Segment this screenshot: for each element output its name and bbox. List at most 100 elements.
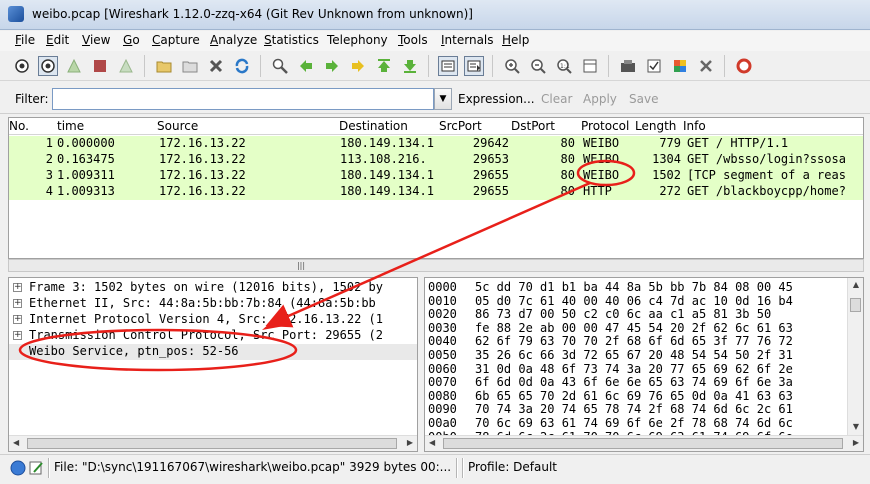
go-last-icon[interactable] [400,56,420,76]
scroll-grip-icon[interactable]: ||| [289,261,313,270]
packet-cell-info: GET / HTTP/1.1 [687,136,789,150]
bytes-hscrollbar[interactable]: ◀ ▶ [425,435,863,451]
packet-cell-no: 1 [45,136,53,150]
scroll-thumb[interactable] [443,438,843,449]
menu-edit[interactable]: Edit [46,33,69,47]
packet-bytes[interactable]: 00b078 6d 6c 2c 61 70 70 6c 69 63 61 74 … [424,277,864,452]
detail-tree-item[interactable]: + Transmission Control Protocol, Src Port… [9,328,417,344]
scroll-down-icon[interactable]: ▼ [848,422,863,436]
filter-input[interactable] [52,88,434,110]
detail-tree-item[interactable]: + Ethernet II, Src: 44:8a:5b:bb:7b:84 (44… [9,296,417,312]
scroll-up-icon[interactable]: ▲ [848,280,863,294]
packet-cell-len: 1502 [652,168,681,182]
stop-capture-icon[interactable] [90,56,110,76]
open-file-icon[interactable] [154,56,174,76]
column-header-source[interactable]: Source [157,119,198,133]
capture-options-icon[interactable] [38,56,58,76]
scroll-right-icon[interactable]: ▶ [853,438,859,447]
menu-go[interactable]: Go [123,33,140,47]
coloring-rules-icon[interactable] [670,56,690,76]
hex-bytes: 6b 65 65 70 2d 61 6c 69 76 65 0d 0a 41 6… [475,388,793,403]
menu-help[interactable]: Help [502,33,529,47]
column-header-destination[interactable]: Destination [339,119,408,133]
detail-tree-item[interactable]: + Internet Protocol Version 4, Src: 172.1… [9,312,417,328]
hex-offset: 0050 [428,348,457,362]
packet-cell-proto: WEIBO [583,136,620,150]
help-icon[interactable] [734,56,754,76]
filter-dropdown-button[interactable]: ▼ [434,88,452,110]
menu-internals[interactable]: Internals [441,33,494,47]
restart-capture-icon[interactable] [116,56,136,76]
column-header-info[interactable]: Info [683,119,706,133]
scroll-right-icon[interactable]: ▶ [407,438,413,447]
display-filters-icon[interactable] [644,56,664,76]
column-header-dstport[interactable]: DstPort [511,119,555,133]
reload-icon[interactable] [232,56,252,76]
packet-list-scrollbar[interactable]: ||| [8,259,864,272]
zoom-normal-icon[interactable]: 1:1 [554,56,574,76]
go-first-icon[interactable] [374,56,394,76]
column-header-srcport[interactable]: SrcPort [439,119,482,133]
packet-cell-src: 172.16.13.22 [159,184,246,198]
save-file-icon[interactable] [180,56,200,76]
menu-analyze[interactable]: Analyze [210,33,257,47]
expand-icon[interactable]: + [13,331,22,340]
clear-button[interactable]: Clear [541,92,572,106]
details-hscrollbar[interactable]: ◀ ▶ [9,435,417,451]
autoscroll-icon[interactable] [464,56,484,76]
capture-comment-icon[interactable] [28,460,44,476]
detail-text: Internet Protocol Version 4, Src: 172.16… [29,312,384,326]
expert-info-icon[interactable] [10,460,26,476]
expand-icon[interactable]: + [13,283,22,292]
menu-view[interactable]: View [82,33,110,47]
packet-cell-proto: HTTP [583,184,612,198]
go-forward-icon[interactable] [322,56,342,76]
save-filter-button[interactable]: Save [629,92,658,106]
resize-columns-icon[interactable] [580,56,600,76]
scroll-left-icon[interactable]: ◀ [429,438,435,447]
interfaces-icon[interactable] [12,56,32,76]
packet-details[interactable]: ◀ ▶ + Frame 3: 1502 bytes on wire (12016 … [8,277,418,452]
scroll-left-icon[interactable]: ◀ [13,438,19,447]
close-file-icon[interactable] [206,56,226,76]
menu-statistics[interactable]: Statistics [264,33,319,47]
zoom-out-icon[interactable] [528,56,548,76]
menu-tools[interactable]: Tools [398,33,428,47]
expand-icon[interactable]: + [13,315,22,324]
bytes-vscrollbar[interactable]: ▲ ▼ [847,278,863,436]
preferences-icon[interactable] [696,56,716,76]
menu-file[interactable]: File [15,33,35,47]
column-header-time[interactable]: time [57,119,84,133]
packet-row[interactable]: 2 0.163475 172.16.13.22 113.108.216. 29653 80… [9,152,863,168]
packet-cell-sport: 29653 [472,152,509,166]
packet-cell-info: GET /wbsso/login?ssosa [687,152,846,166]
packet-cell-dport: 80 [560,152,575,166]
find-packet-icon[interactable] [270,56,290,76]
zoom-in-icon[interactable] [502,56,522,76]
detail-tree-item[interactable]: + Frame 3: 1502 bytes on wire (12016 bits… [9,280,417,296]
scroll-thumb[interactable] [27,438,397,449]
go-to-packet-icon[interactable] [348,56,368,76]
apply-button[interactable]: Apply [583,92,617,106]
main-toolbar: 1:1 [0,51,870,81]
menu-telephony[interactable]: Telephony [327,33,388,47]
go-back-icon[interactable] [296,56,316,76]
capture-filters-icon[interactable] [618,56,638,76]
scroll-thumb[interactable] [850,298,861,312]
expand-icon[interactable]: + [13,299,22,308]
status-profile[interactable]: Profile: Default [468,460,557,474]
start-capture-icon[interactable] [64,56,84,76]
menu-capture[interactable]: Capture [152,33,200,47]
packet-list[interactable]: No. time Source Destination SrcPort DstPort Pr… [8,117,864,259]
packet-row[interactable]: 4 1.009313 172.16.13.22 180.149.134.1 29655 8… [9,184,863,200]
detail-tree-item[interactable]: Weibo Service, ptn_pos: 52-56 [9,344,417,360]
colorize-icon[interactable] [438,56,458,76]
packet-row[interactable]: 1 0.000000 172.16.13.22 180.149.134.1 29642 8… [9,136,863,152]
column-header-no[interactable]: No. [9,119,29,133]
column-header-length[interactable]: Length [635,119,676,133]
column-header-protocol[interactable]: Protocol [581,119,629,133]
hex-offset: 0060 [428,361,457,376]
packet-row[interactable]: 3 1.009311 172.16.13.22 180.149.134.1 29655 8… [9,168,863,184]
hex-offset: 0000 [428,280,457,294]
expression-button[interactable]: Expression... [458,92,535,106]
